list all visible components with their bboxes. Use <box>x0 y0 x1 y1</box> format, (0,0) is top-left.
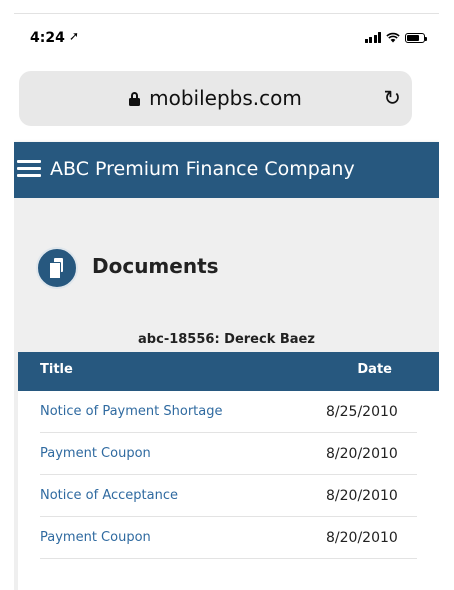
url-text: mobilepbs.com <box>149 86 302 110</box>
signal-icon <box>364 32 381 43</box>
table-body: Notice of Payment Shortage 8/25/2010 Pay… <box>18 391 439 590</box>
document-link[interactable]: Payment Coupon <box>40 530 151 545</box>
phone-screen: 4:24 ➚ mobilepbs.com ↻ ABC Premium Finan… <box>14 14 439 590</box>
column-header-title[interactable]: Title <box>40 362 73 377</box>
hamburger-icon[interactable] <box>17 160 41 178</box>
table-row: Notice of Payment Shortage 8/25/2010 <box>40 391 417 433</box>
table-row: Payment Coupon 8/20/2010 <box>40 517 417 559</box>
table-header: Title Date <box>18 352 439 391</box>
main-content: Documents abc-18556: Dereck Baez Title D… <box>14 198 439 590</box>
document-link[interactable]: Notice of Payment Shortage <box>40 404 222 419</box>
account-label: abc-18556: Dereck Baez <box>138 332 315 347</box>
lock-icon <box>129 92 141 106</box>
table-row: Notice of Acceptance 8/20/2010 <box>40 475 417 517</box>
document-link[interactable]: Payment Coupon <box>40 446 151 461</box>
documents-icon <box>36 247 78 289</box>
app-header: ABC Premium Finance Company <box>14 142 439 198</box>
battery-icon <box>405 33 427 43</box>
page-title: Documents <box>92 254 219 278</box>
status-time: 4:24 <box>30 30 65 46</box>
document-date: 8/25/2010 <box>326 404 398 420</box>
location-arrow-icon: ➚ <box>69 29 80 43</box>
table-row: Payment Coupon 8/20/2010 <box>40 433 417 475</box>
document-date: 8/20/2010 <box>326 530 398 546</box>
documents-table: Title Date Notice of Payment Shortage 8/… <box>18 352 439 590</box>
status-indicators <box>364 32 427 43</box>
document-date: 8/20/2010 <box>326 446 398 462</box>
document-date: 8/20/2010 <box>326 488 398 504</box>
status-bar: 4:24 ➚ <box>14 14 439 62</box>
company-title: ABC Premium Finance Company <box>50 158 355 180</box>
wifi-icon <box>386 32 400 43</box>
column-header-date[interactable]: Date <box>357 362 392 377</box>
reload-icon[interactable]: ↻ <box>383 86 401 110</box>
address-bar[interactable]: mobilepbs.com ↻ <box>19 71 412 126</box>
document-link[interactable]: Notice of Acceptance <box>40 488 178 503</box>
